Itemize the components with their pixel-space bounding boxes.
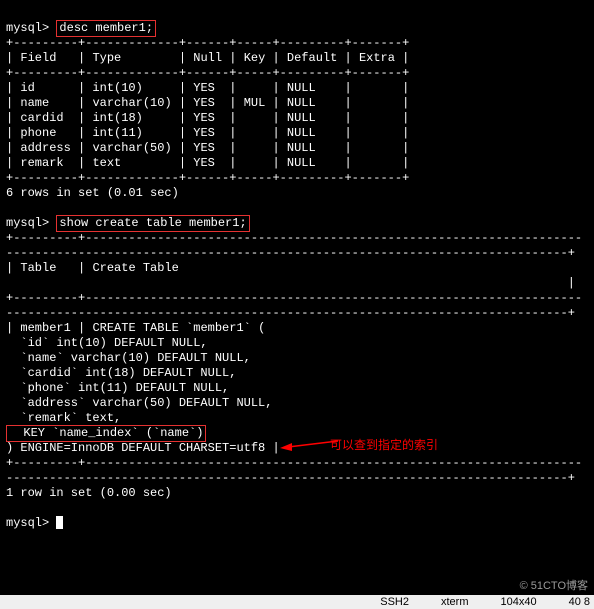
table-border: +---------+-------------+------+-----+--… xyxy=(6,66,409,80)
mysql-terminal[interactable]: mysql> desc member1; +---------+--------… xyxy=(0,0,594,609)
command-show-create-table: show create table member1; xyxy=(56,215,249,232)
ddl-line: `id` int(10) DEFAULT NULL, xyxy=(6,336,208,350)
ddl-line: `phone` int(11) DEFAULT NULL, xyxy=(6,381,229,395)
row-type: int(11) xyxy=(92,126,142,140)
row-type: varchar(50) xyxy=(92,141,171,155)
col-type: Type xyxy=(92,51,121,65)
result-footer: 6 rows in set (0.01 sec) xyxy=(6,186,179,200)
row-type: int(18) xyxy=(92,111,142,125)
status-bar: SSH2 xterm 104x40 40 8 xyxy=(0,595,594,609)
row-null: YES xyxy=(193,141,215,155)
row-field: phone xyxy=(20,126,56,140)
mysql-prompt: mysql> xyxy=(6,21,49,35)
ddl-table-name: member1 xyxy=(20,321,70,335)
row-type: int(10) xyxy=(92,81,142,95)
status-size: 104x40 xyxy=(500,596,536,608)
row-null: YES xyxy=(193,111,215,125)
col-default: Default xyxy=(287,51,337,65)
row-key: MUL xyxy=(244,96,266,110)
ddl-line: `name` varchar(10) DEFAULT NULL, xyxy=(6,351,251,365)
status-proto: SSH2 xyxy=(380,596,409,608)
row-type: text xyxy=(92,156,121,170)
col-create-table: Create Table xyxy=(92,261,178,275)
col-field: Field xyxy=(20,51,56,65)
status-extra: 40 8 xyxy=(569,596,590,608)
mysql-prompt: mysql> xyxy=(6,216,49,230)
ddl-close: ) ENGINE=InnoDB DEFAULT CHARSET=utf8 | xyxy=(6,441,280,455)
status-term: xterm xyxy=(441,596,469,608)
col-extra: Extra xyxy=(359,51,395,65)
separator-dots: ----------------------------------------… xyxy=(6,471,575,485)
mysql-prompt: mysql> xyxy=(6,516,49,530)
ddl-line: `cardid` int(18) DEFAULT NULL, xyxy=(6,366,236,380)
input-cursor[interactable] xyxy=(56,516,63,529)
row-default: NULL xyxy=(287,156,316,170)
row-field: id xyxy=(20,81,34,95)
row-null: YES xyxy=(193,96,215,110)
col-null: Null xyxy=(193,51,222,65)
table-border: +---------+-------------+------+-----+--… xyxy=(6,171,409,185)
row-null: YES xyxy=(193,126,215,140)
row-field: address xyxy=(20,141,70,155)
separator-dots: ----------------------------------------… xyxy=(6,306,575,320)
row-field: remark xyxy=(20,156,63,170)
ddl-open: CREATE TABLE `member1` ( xyxy=(92,321,265,335)
table-border: +---------+-------------+------+-----+--… xyxy=(6,36,409,50)
col-table: Table xyxy=(20,261,56,275)
row-default: NULL xyxy=(287,81,316,95)
ddl-line: `address` varchar(50) DEFAULT NULL, xyxy=(6,396,272,410)
row-field: name xyxy=(20,96,49,110)
ddl-line: `remark` text, xyxy=(6,411,121,425)
result-footer: 1 row in set (0.00 sec) xyxy=(6,486,172,500)
row-type: varchar(10) xyxy=(92,96,171,110)
row-field: cardid xyxy=(20,111,63,125)
separator-dots: ----------------------------------------… xyxy=(6,246,575,260)
col-key: Key xyxy=(244,51,266,65)
row-default: NULL xyxy=(287,96,316,110)
command-desc-member1: desc member1; xyxy=(56,20,156,37)
row-default: NULL xyxy=(287,111,316,125)
row-null: YES xyxy=(193,81,215,95)
ddl-key-line-highlight: KEY `name_index` (`name`) xyxy=(6,425,206,442)
row-null: YES xyxy=(193,156,215,170)
row-default: NULL xyxy=(287,126,316,140)
row-default: NULL xyxy=(287,141,316,155)
